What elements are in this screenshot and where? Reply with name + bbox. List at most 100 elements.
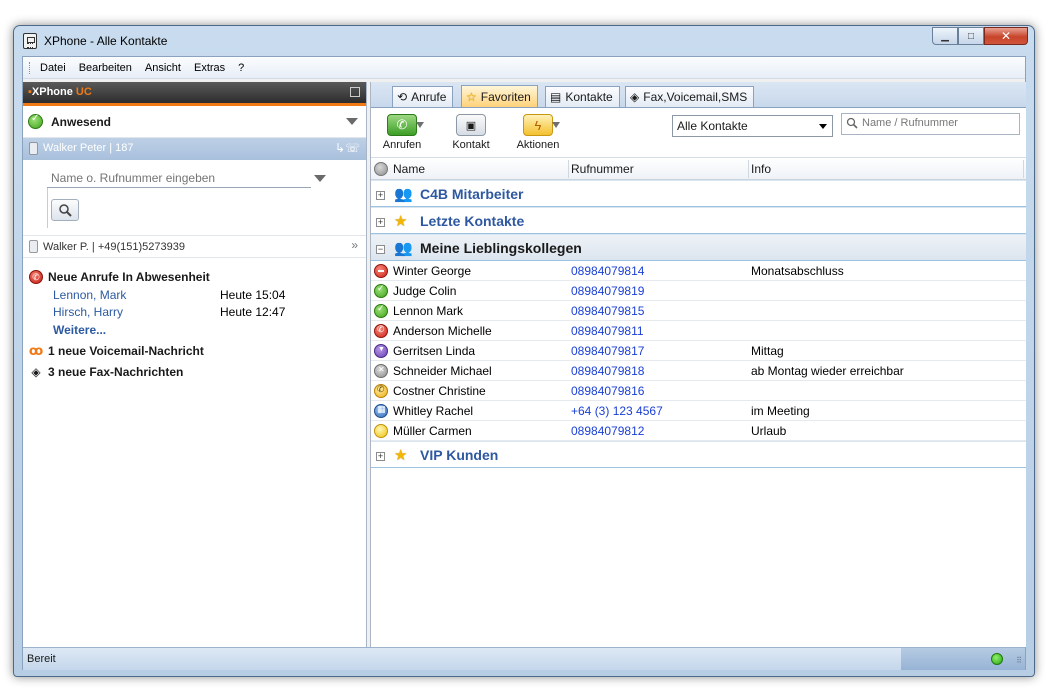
missed-calls-title: Neue Anrufe In Abwesenheit [48, 270, 210, 284]
lightning-icon: ϟ [523, 114, 553, 136]
column-info[interactable]: Info [751, 162, 771, 176]
contact-row[interactable]: Gerritsen Linda 08984079817 Mittag [371, 341, 1026, 361]
brand-logo: ▪XPhone UC [28, 86, 92, 98]
contact-number-link[interactable]: 08984079816 [571, 384, 644, 398]
title-bar[interactable]: XPhone - Alle Kontakte ▁ □ ✕ [14, 26, 1034, 56]
column-divider[interactable] [748, 160, 749, 178]
secondary-line[interactable]: Walker P. | +49(151)5273939 » [23, 236, 366, 258]
dial-input[interactable] [47, 168, 311, 188]
missed-caller-link[interactable]: Lennon, Mark [53, 288, 220, 302]
left-panel: ▪XPhone UC Anwesend Walker Peter | 187 ↳… [23, 82, 367, 647]
maximize-icon: □ [967, 30, 975, 42]
menu-datei[interactable]: Datei [40, 62, 66, 74]
available-icon [28, 113, 43, 129]
contact-name: Gerritsen Linda [393, 344, 476, 358]
contact-row[interactable]: Lennon Mark 08984079815 [371, 301, 1026, 321]
chevron-down-icon[interactable] [346, 118, 358, 125]
minimize-icon: ▁ [941, 30, 949, 42]
actions-button-label: Aktionen [516, 139, 560, 151]
missed-call-row[interactable]: Hirsch, Harry Heute 12:47 [23, 303, 366, 320]
contact-search-input[interactable]: Name / Rufnummer [841, 113, 1020, 135]
dial-history-dropdown-icon[interactable] [314, 175, 326, 182]
menu-extras[interactable]: Extras [194, 62, 225, 74]
close-button[interactable]: ✕ [984, 27, 1028, 45]
tab-anrufe[interactable]: ⟲ Anrufe [392, 86, 454, 107]
group-c4b-mitarbeiter[interactable]: + 👥 C4B Mitarbeiter [371, 180, 1026, 207]
expand-icon[interactable]: » [351, 238, 358, 252]
search-button[interactable] [51, 199, 79, 221]
contact-number-link[interactable]: 08984079819 [571, 284, 644, 298]
user-line-bar[interactable]: Walker Peter | 187 ↳☏ [23, 138, 366, 160]
presence-column-icon [374, 162, 388, 176]
voicemail-notification[interactable]: ꝏ 1 neue Voicemail-Nachricht [29, 342, 366, 360]
undock-icon[interactable] [350, 87, 360, 97]
more-missed-calls-link[interactable]: Weitere... [53, 320, 366, 340]
star-icon: ★ [394, 213, 408, 230]
expand-icon[interactable]: + [376, 218, 385, 227]
lunch-icon [374, 344, 388, 358]
column-name[interactable]: Name [393, 162, 425, 176]
dial-area [23, 160, 366, 236]
minimize-button[interactable]: ▁ [932, 27, 958, 45]
window-controls: ▁ □ ✕ [932, 27, 1028, 45]
call-button[interactable]: ✆ Anrufen [377, 114, 427, 151]
tab-kontakte[interactable]: ▤ Kontakte [545, 86, 620, 107]
offline-icon [374, 364, 388, 378]
actions-button[interactable]: ϟ Aktionen [511, 114, 565, 151]
tab-favoriten[interactable]: ☆ Favoriten [461, 85, 538, 107]
contact-row[interactable]: Judge Colin 08984079819 [371, 281, 1026, 301]
contact-name: Whitley Rachel [393, 404, 474, 418]
on-phone-icon [374, 324, 388, 338]
contact-card-icon: ▤ [550, 90, 562, 104]
contact-row[interactable]: Schneider Michael 08984079818 ab Montag … [371, 361, 1026, 381]
fax-notification[interactable]: ◈ 3 neue Fax-Nachrichten [29, 363, 366, 381]
fax-icon: ◈ [630, 90, 640, 104]
group-vip-kunden[interactable]: + ★ VIP Kunden [371, 441, 1026, 468]
contact-row[interactable]: Winter George 08984079814 Monatsabschlus… [371, 261, 1026, 281]
contact-number-link[interactable]: 08984079818 [571, 364, 644, 378]
contact-number-link[interactable]: 08984079814 [571, 264, 644, 278]
contact-row[interactable]: Whitley Rachel +64 (3) 123 4567 im Meeti… [371, 401, 1026, 421]
actions-dropdown-icon[interactable] [552, 122, 560, 128]
presence-selector[interactable]: Anwesend [23, 106, 366, 138]
column-divider[interactable] [1023, 160, 1024, 178]
group-letzte-kontakte[interactable]: + ★ Letzte Kontakte [371, 207, 1026, 234]
missed-calls-heading[interactable]: ✆ Neue Anrufe In Abwesenheit [29, 268, 366, 286]
collapse-icon[interactable]: − [376, 245, 385, 254]
contact-row[interactable]: Costner Christine 08984079816 [371, 381, 1026, 401]
available-icon [374, 283, 388, 298]
maximize-button[interactable]: □ [958, 27, 984, 45]
missed-call-row[interactable]: Lennon, Mark Heute 15:04 [23, 286, 366, 303]
contact-number-link[interactable]: 08984079811 [571, 324, 644, 338]
app-window: XPhone - Alle Kontakte ▁ □ ✕ Datei Bearb… [13, 25, 1035, 677]
call-forward-icon[interactable]: ↳☏ [335, 141, 360, 155]
history-icon: ⟲ [397, 90, 408, 104]
contact-filter-select[interactable]: Alle Kontakte [672, 115, 833, 137]
call-dropdown-icon[interactable] [416, 122, 424, 128]
menu-ansicht[interactable]: Ansicht [145, 62, 181, 74]
contact-number-link[interactable]: 08984079817 [571, 344, 644, 358]
presence-label: Anwesend [51, 115, 112, 129]
contact-button[interactable]: ▣ Kontakt [448, 114, 494, 151]
contact-number-link[interactable]: 08984079815 [571, 304, 644, 318]
missed-call-time: Heute 15:04 [220, 287, 286, 302]
missed-call-icon: ✆ [29, 270, 43, 284]
group-meine-lieblingskollegen[interactable]: − 👥 Meine Lieblingskollegen [371, 234, 1026, 261]
contact-number-link[interactable]: +64 (3) 123 4567 [571, 404, 663, 418]
contact-row[interactable]: Anderson Michelle 08984079811 [371, 321, 1026, 341]
contact-name: Schneider Michael [393, 364, 492, 378]
missed-caller-link[interactable]: Hirsch, Harry [53, 305, 220, 319]
contact-info: Urlaub [751, 424, 787, 438]
brand-bar: ▪XPhone UC [23, 82, 366, 106]
column-divider[interactable] [568, 160, 569, 178]
tab-fax-voicemail-sms[interactable]: ◈ Fax,Voicemail,SMS [625, 86, 755, 107]
contact-number-link[interactable]: 08984079812 [571, 424, 644, 438]
expand-icon[interactable]: + [376, 452, 385, 461]
column-number[interactable]: Rufnummer [571, 162, 634, 176]
resize-grip-icon[interactable]: ⠿ [1016, 656, 1022, 665]
menu-help[interactable]: ? [238, 62, 244, 74]
contact-row[interactable]: Müller Carmen 08984079812 Urlaub [371, 421, 1026, 441]
menu-bearbeiten[interactable]: Bearbeiten [79, 62, 132, 74]
expand-icon[interactable]: + [376, 191, 385, 200]
ringing-icon [374, 384, 388, 398]
